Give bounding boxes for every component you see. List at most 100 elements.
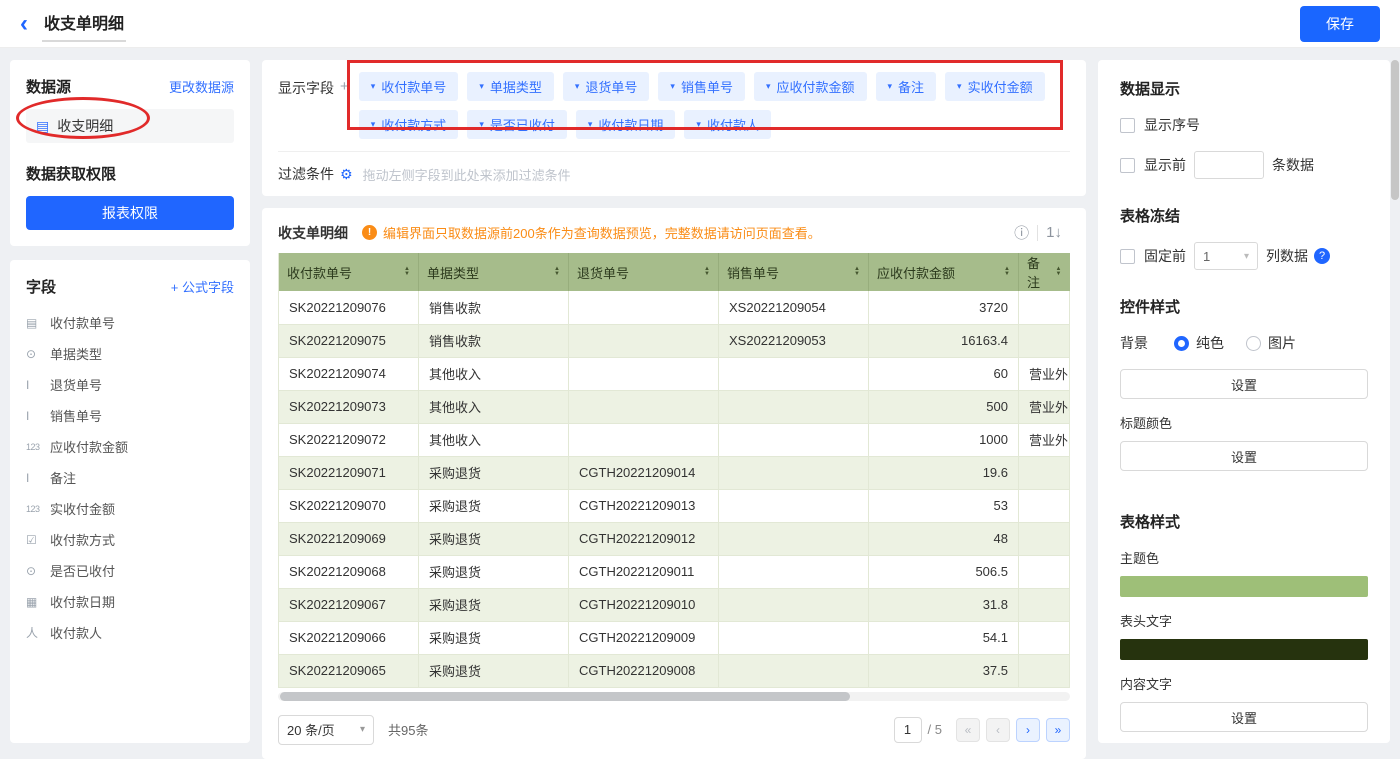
formula-field-link[interactable]: + 公式字段 bbox=[171, 277, 234, 296]
column-header[interactable]: 单据类型 ▲▼ bbox=[419, 253, 569, 291]
back-icon[interactable]: ‹ bbox=[20, 12, 28, 36]
table-row[interactable]: SK20221209071采购退货CGTH2022120901419.6 bbox=[279, 456, 1070, 489]
show-index-label: 显示序号 bbox=[1144, 115, 1200, 135]
total-count: 共95条 bbox=[388, 720, 428, 739]
field-item[interactable]: ⊙是否已收付 bbox=[26, 555, 234, 586]
filter-placeholder[interactable]: 拖动左侧字段到此处来添加过滤条件 bbox=[363, 165, 571, 184]
header-text-label: 表头文字 bbox=[1120, 611, 1368, 630]
field-label: 收付款单号 bbox=[50, 313, 115, 332]
table-row[interactable]: SK20221209066采购退货CGTH2022120900954.1 bbox=[279, 621, 1070, 654]
table-cell: CGTH20221209014 bbox=[569, 456, 719, 489]
display-field-tag[interactable]: ▾收付款日期 bbox=[576, 110, 676, 139]
theme-color-swatch[interactable] bbox=[1120, 576, 1368, 597]
sort-order-icon[interactable]: 1↓ bbox=[1038, 224, 1070, 241]
first-page-button[interactable]: « bbox=[956, 718, 980, 742]
sort-icon[interactable]: ▲▼ bbox=[1056, 267, 1062, 277]
table-row[interactable]: SK20221209074其他收入60营业外收入 bbox=[279, 357, 1070, 390]
field-item[interactable]: ▤收付款单号 bbox=[26, 307, 234, 338]
caret-down-icon: ▾ bbox=[371, 81, 376, 92]
field-item[interactable]: I退货单号 bbox=[26, 369, 234, 400]
table-cell: SK20221209065 bbox=[279, 654, 419, 687]
sort-icon[interactable]: ▲▼ bbox=[554, 267, 560, 277]
display-field-tag[interactable]: ▾是否已收付 bbox=[467, 110, 567, 139]
table-cell: CGTH20221209013 bbox=[569, 489, 719, 522]
field-item[interactable]: I销售单号 bbox=[26, 400, 234, 431]
horizontal-scrollbar[interactable] bbox=[278, 692, 1070, 701]
display-field-tag[interactable]: ▾应收付款金额 bbox=[754, 72, 867, 101]
header-text-swatch[interactable] bbox=[1120, 639, 1368, 660]
display-field-tag[interactable]: ▾退货单号 bbox=[563, 72, 650, 101]
data-display-title: 数据显示 bbox=[1120, 78, 1368, 99]
change-datasource-link[interactable]: 更改数据源 bbox=[169, 77, 234, 96]
add-field-icon[interactable]: + bbox=[340, 72, 349, 95]
field-item[interactable]: 人收付款人 bbox=[26, 617, 234, 648]
content-text-set-button[interactable]: 设置 bbox=[1120, 702, 1368, 732]
table-row[interactable]: SK20221209070采购退货CGTH2022120901353 bbox=[279, 489, 1070, 522]
table-row[interactable]: SK20221209076销售收款XS202212090543720 bbox=[279, 291, 1070, 324]
display-field-tag[interactable]: ▾收付款方式 bbox=[359, 110, 459, 139]
field-item[interactable]: 123实收付金额 bbox=[26, 493, 234, 524]
sort-icon[interactable]: ▲▼ bbox=[1004, 267, 1010, 277]
freeze-count-select[interactable]: 1 ▾ bbox=[1194, 242, 1258, 270]
solid-radio[interactable] bbox=[1174, 336, 1189, 351]
column-header[interactable]: 退货单号▲▼ bbox=[569, 253, 719, 291]
table-cell: 采购退货 bbox=[419, 621, 569, 654]
field-label: 收付款日期 bbox=[50, 592, 115, 611]
help-icon[interactable]: ? bbox=[1314, 248, 1330, 264]
freeze-checkbox[interactable] bbox=[1120, 249, 1135, 264]
freeze-title: 表格冻结 bbox=[1120, 205, 1368, 226]
gear-icon[interactable]: ⚙ bbox=[340, 166, 353, 183]
table-cell: 销售收款 bbox=[419, 291, 569, 324]
column-header[interactable]: 备注▲▼ bbox=[1019, 253, 1070, 291]
field-item[interactable]: I备注 bbox=[26, 462, 234, 493]
table-row[interactable]: SK20221209072其他收入1000营业外收入 bbox=[279, 423, 1070, 456]
display-field-tag[interactable]: ▾收付款人 bbox=[684, 110, 771, 139]
next-page-button[interactable]: › bbox=[1016, 718, 1040, 742]
table-row[interactable]: SK20221209068采购退货CGTH20221209011506.5 bbox=[279, 555, 1070, 588]
image-radio[interactable] bbox=[1246, 336, 1261, 351]
table-cell: 营业外收入 bbox=[1019, 357, 1070, 390]
show-first-suffix: 条数据 bbox=[1272, 155, 1314, 175]
table-row[interactable]: SK20221209065采购退货CGTH2022120900837.5 bbox=[279, 654, 1070, 687]
show-index-checkbox[interactable] bbox=[1120, 118, 1135, 133]
datasource-item[interactable]: ▤ 收支明细 bbox=[26, 109, 234, 143]
display-field-tag[interactable]: ▾销售单号 bbox=[658, 72, 745, 101]
table-row[interactable]: SK20221209073其他收入500营业外收入 bbox=[279, 390, 1070, 423]
column-header[interactable]: 收付款单号▲▼ bbox=[279, 253, 419, 291]
display-field-tag[interactable]: ▾单据类型 bbox=[467, 72, 554, 101]
display-field-tag[interactable]: ▾收付款单号 bbox=[359, 72, 459, 101]
page-title: 收支单明细 bbox=[42, 6, 126, 42]
column-label: 单据类型 bbox=[427, 263, 479, 282]
background-set-button[interactable]: 设置 bbox=[1120, 369, 1368, 399]
info-icon[interactable]: ⓘ bbox=[1006, 222, 1037, 243]
sort-icon[interactable]: ▲▼ bbox=[404, 267, 410, 277]
last-page-button[interactable]: » bbox=[1046, 718, 1070, 742]
show-first-checkbox[interactable] bbox=[1120, 158, 1135, 173]
table-row[interactable]: SK20221209075销售收款XS2022120905316163.4 bbox=[279, 324, 1070, 357]
table-row[interactable]: SK20221209067采购退货CGTH2022120901031.8 bbox=[279, 588, 1070, 621]
field-item[interactable]: ▦收付款日期 bbox=[26, 586, 234, 617]
show-first-input[interactable] bbox=[1194, 151, 1264, 179]
page-size-select[interactable]: 20 条/页 ▾ bbox=[278, 715, 374, 745]
display-field-tag[interactable]: ▾实收付金额 bbox=[945, 72, 1045, 101]
vertical-scrollbar[interactable] bbox=[1391, 60, 1399, 200]
display-field-tag[interactable]: ▾备注 bbox=[876, 72, 937, 101]
table-cell bbox=[569, 357, 719, 390]
save-button[interactable]: 保存 bbox=[1300, 6, 1380, 42]
current-page-input[interactable]: 1 bbox=[894, 717, 922, 743]
column-header[interactable]: 应收付款金额▲▼ bbox=[869, 253, 1019, 291]
title-color-set-button[interactable]: 设置 bbox=[1120, 441, 1368, 471]
freeze-count-value: 1 bbox=[1203, 249, 1210, 264]
table-cell: 16163.4 bbox=[869, 324, 1019, 357]
column-header[interactable]: 销售单号▲▼ bbox=[719, 253, 869, 291]
tag-label: 实收付金额 bbox=[968, 77, 1033, 96]
scrollbar-thumb[interactable] bbox=[280, 692, 850, 701]
field-item[interactable]: ⊙单据类型 bbox=[26, 338, 234, 369]
field-item[interactable]: ☑收付款方式 bbox=[26, 524, 234, 555]
prev-page-button[interactable]: ‹ bbox=[986, 718, 1010, 742]
sort-icon[interactable]: ▲▼ bbox=[854, 267, 860, 277]
field-item[interactable]: 123应收付款金额 bbox=[26, 431, 234, 462]
table-row[interactable]: SK20221209069采购退货CGTH2022120901248 bbox=[279, 522, 1070, 555]
sort-icon[interactable]: ▲▼ bbox=[704, 267, 710, 277]
report-permission-button[interactable]: 报表权限 bbox=[26, 196, 234, 230]
